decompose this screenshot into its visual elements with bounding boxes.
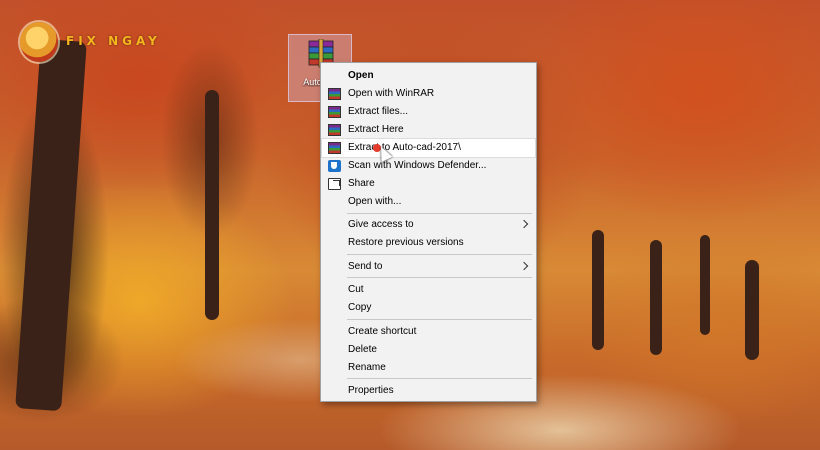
chevron-right-icon xyxy=(519,261,529,271)
menu-item-properties[interactable]: Properties xyxy=(322,382,535,400)
menu-item-create-shortcut[interactable]: Create shortcut xyxy=(322,323,535,341)
logo-text: FIX NGAY xyxy=(66,34,161,48)
share-icon xyxy=(328,178,341,190)
menu-separator xyxy=(347,277,532,278)
menu-separator xyxy=(347,213,532,214)
menu-separator xyxy=(347,319,532,320)
site-logo: FIX NGAY xyxy=(14,20,174,64)
menu-item-cut[interactable]: Cut xyxy=(322,281,535,299)
menu-item-give-access[interactable]: Give access to xyxy=(322,216,535,234)
menu-item-copy[interactable]: Copy xyxy=(322,299,535,317)
menu-item-restore-versions[interactable]: Restore previous versions xyxy=(322,234,535,252)
winrar-icon xyxy=(328,106,341,118)
menu-item-extract-files[interactable]: Extract files... xyxy=(322,103,535,121)
logo-mascot-icon xyxy=(20,22,58,62)
context-menu: Open Open with WinRAR Extract files... E… xyxy=(320,62,537,402)
menu-item-share[interactable]: Share xyxy=(322,175,535,193)
menu-item-extract-to-folder[interactable]: Extract to Auto-cad-2017\ xyxy=(321,138,536,158)
menu-item-send-to[interactable]: Send to xyxy=(322,258,535,276)
menu-item-scan-defender[interactable]: Scan with Windows Defender... xyxy=(322,157,535,175)
menu-item-open-with[interactable]: Open with... xyxy=(322,193,535,211)
winrar-icon xyxy=(328,124,341,136)
menu-separator xyxy=(347,378,532,379)
menu-item-extract-here[interactable]: Extract Here xyxy=(322,121,535,139)
menu-separator xyxy=(347,254,532,255)
menu-item-open[interactable]: Open xyxy=(322,67,535,85)
tree-trunk xyxy=(592,230,604,350)
windows-defender-icon xyxy=(328,160,341,172)
tree-trunk xyxy=(205,90,219,320)
winrar-icon xyxy=(328,142,341,154)
tree-trunk xyxy=(15,38,87,412)
tree-trunk xyxy=(650,240,662,355)
tree-trunk xyxy=(745,260,759,360)
menu-item-rename[interactable]: Rename xyxy=(322,359,535,377)
menu-item-delete[interactable]: Delete xyxy=(322,341,535,359)
winrar-icon xyxy=(328,88,341,100)
chevron-right-icon xyxy=(519,219,529,229)
tree-trunk xyxy=(700,235,710,335)
menu-item-open-with-winrar[interactable]: Open with WinRAR xyxy=(322,85,535,103)
